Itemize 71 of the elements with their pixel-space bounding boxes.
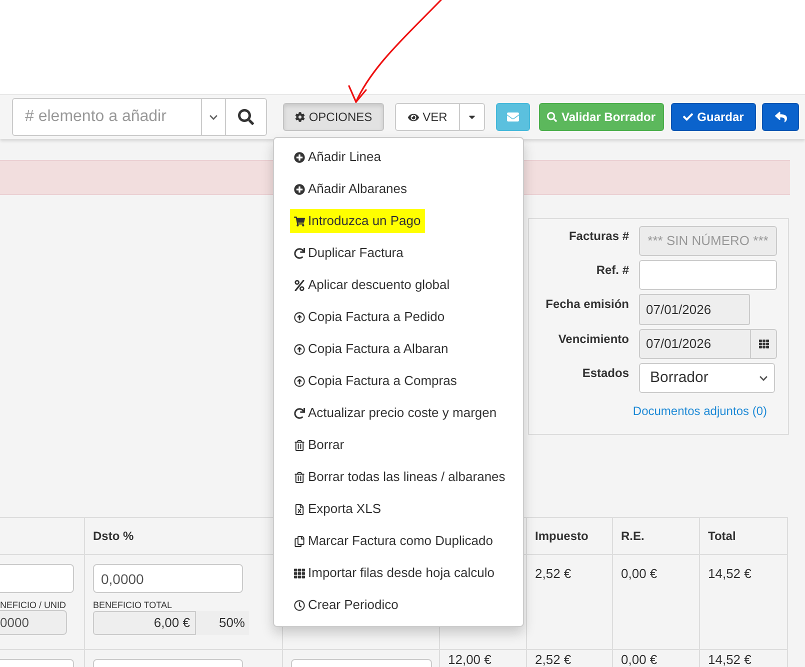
options-button[interactable]: OPCIONES xyxy=(283,103,384,131)
redo-icon xyxy=(294,408,305,418)
field-label: BENEFICIO TOTAL xyxy=(93,600,172,610)
spreadsheet-file-icon xyxy=(294,504,305,514)
menu-item[interactable]: Actualizar precio coste y margen xyxy=(290,401,501,425)
menu-item[interactable]: Copia Factura a Albaran xyxy=(290,337,452,361)
search-icon xyxy=(547,112,558,122)
cart-icon xyxy=(294,216,305,226)
email-button[interactable] xyxy=(496,103,530,131)
percent-icon xyxy=(294,280,305,290)
menu-item[interactable]: Importar filas desde hoja calculo xyxy=(290,561,498,585)
search-field[interactable]: # elemento a añadir xyxy=(12,98,202,136)
field-label: Vencimiento xyxy=(558,332,629,347)
column-header: Total xyxy=(700,518,788,555)
chevron-down-icon xyxy=(759,374,768,382)
gear-icon xyxy=(294,112,305,122)
column-header: R.E. xyxy=(613,518,700,555)
menu-item[interactable]: Aplicar descuento global xyxy=(290,273,454,297)
status-select[interactable]: Borrador xyxy=(639,363,775,393)
date-field[interactable]: 07/01/2026 xyxy=(639,294,750,325)
envelope-icon xyxy=(507,111,519,123)
menu-item[interactable]: Añadir Linea xyxy=(290,145,385,169)
menu-item[interactable]: Borrar todas las lineas / albaranes xyxy=(290,465,510,489)
eye-icon xyxy=(408,112,419,122)
view-button[interactable]: VER xyxy=(395,103,460,131)
field-label: NEFICIO / UNID xyxy=(0,600,66,610)
trash-icon xyxy=(294,472,305,482)
menu-item[interactable]: Añadir Albaranes xyxy=(290,177,412,201)
back-button[interactable] xyxy=(762,103,799,131)
check-icon xyxy=(683,112,694,122)
calendar-button[interactable] xyxy=(751,329,777,359)
readonly-field: 50% xyxy=(196,611,249,635)
table-cell: 0,00 € xyxy=(613,555,700,650)
menu-item[interactable]: Introduzca un Pago xyxy=(290,209,425,233)
table-cell: 14,52 € xyxy=(700,650,788,667)
input-field[interactable] xyxy=(0,564,74,593)
clock-icon xyxy=(294,600,305,610)
menu-item[interactable]: Duplicar Factura xyxy=(290,241,408,265)
grid-icon xyxy=(294,568,305,578)
reply-icon xyxy=(774,111,786,123)
menu-item[interactable]: Exporta XLS xyxy=(290,497,385,521)
grid-icon xyxy=(758,339,768,349)
field-label: Facturas # xyxy=(568,229,629,244)
search-icon xyxy=(238,109,254,125)
field-label: Estados xyxy=(582,366,629,381)
save-button[interactable]: Guardar xyxy=(671,103,756,131)
readonly-field: 6,00 € xyxy=(93,611,196,635)
field-label: Ref. # xyxy=(596,263,629,278)
table-cell: 2,52 € xyxy=(527,555,613,650)
table-cell: 14,52 € xyxy=(700,555,788,650)
trash-icon xyxy=(294,440,305,450)
redo-icon xyxy=(294,248,305,258)
date-field[interactable]: 07/01/2026 xyxy=(639,329,751,359)
search-button[interactable] xyxy=(225,98,267,136)
dropdown-toggle[interactable] xyxy=(460,103,485,131)
column-header: Impuesto xyxy=(527,518,613,555)
table-cell: 2,52 € xyxy=(527,650,613,667)
menu-item[interactable]: Marcar Factura como Duplicado xyxy=(290,529,497,553)
table-cell: 12,00 € xyxy=(440,650,527,667)
table-cell: 0,00 € xyxy=(613,650,700,667)
readonly-field: 0000 xyxy=(0,610,67,635)
menu-item[interactable]: Copia Factura a Compras xyxy=(290,369,461,393)
menu-item[interactable]: Borrar xyxy=(290,433,348,457)
input-field[interactable] xyxy=(639,260,777,290)
copy-icon xyxy=(294,536,305,546)
input-field[interactable]: 0,0000 xyxy=(93,564,243,593)
chevron-down-icon xyxy=(209,112,218,122)
menu-item[interactable]: Crear Periodico xyxy=(290,593,402,617)
dropdown-toggle[interactable] xyxy=(202,98,225,136)
field-label: Fecha emisión xyxy=(546,297,629,312)
menu-item[interactable]: Copia Factura a Pedido xyxy=(290,305,449,329)
